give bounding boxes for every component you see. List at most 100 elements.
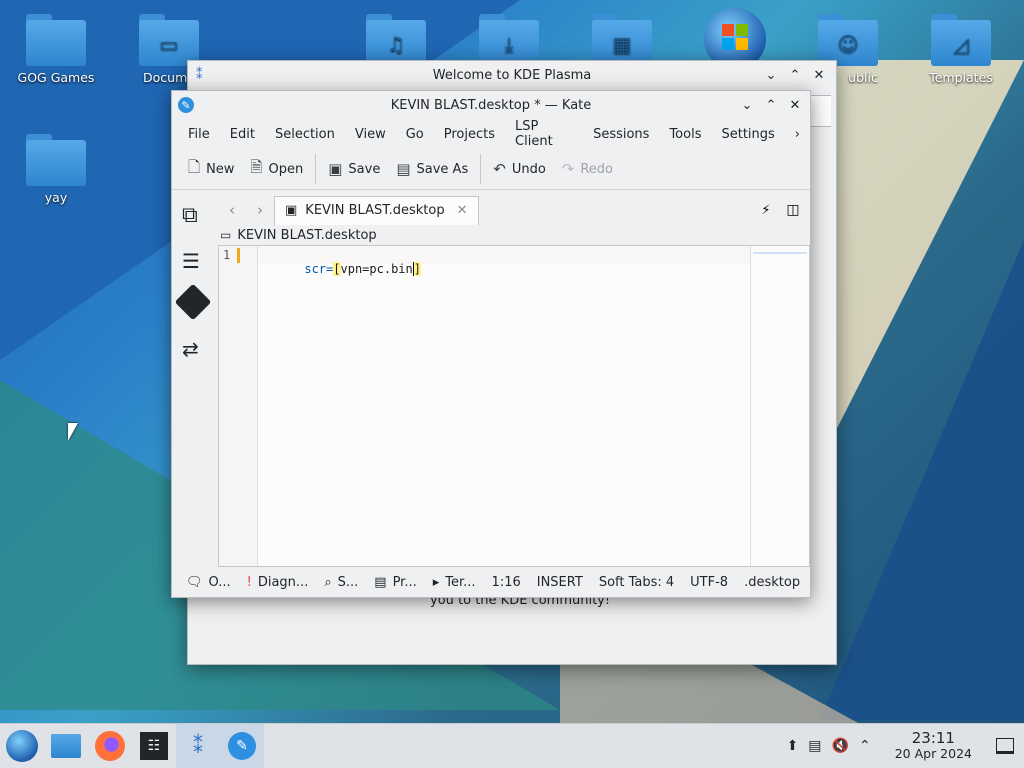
- save-icon: ▣: [328, 160, 343, 178]
- project-tree-panel-icon[interactable]: ⇄: [182, 337, 199, 361]
- maximize-icon[interactable]: ⌃: [760, 94, 782, 116]
- file-type-setting[interactable]: .desktop: [736, 575, 808, 590]
- kate-titlebar[interactable]: ✎ KEVIN BLAST.desktop * — Kate ⌄ ⌃ ✕: [172, 91, 810, 119]
- menu-overflow-chevron-icon[interactable]: ›: [785, 127, 810, 142]
- diagnostics-panel-button[interactable]: ! Diagn...: [239, 575, 317, 590]
- minimize-icon[interactable]: ⌄: [736, 94, 758, 116]
- download-folder-icon: ⤓: [479, 14, 539, 66]
- projects-panel-button[interactable]: ▤ Pr...: [366, 575, 424, 590]
- tray-expand-chevron-icon[interactable]: ⌃: [859, 738, 871, 754]
- terminal-panel-button[interactable]: ▸ Ter...: [425, 575, 484, 590]
- tab-back-chevron-icon[interactable]: ‹: [218, 201, 246, 219]
- kate-icon: ✎: [228, 732, 256, 760]
- search-panel-button[interactable]: ⌕ S...: [316, 575, 366, 590]
- video-folder-icon: ▦: [592, 14, 652, 66]
- show-desktop-icon[interactable]: [996, 738, 1014, 754]
- clock[interactable]: 23:11 20 Apr 2024: [894, 731, 972, 762]
- new-button[interactable]: 🗋 New: [180, 153, 242, 186]
- welcome-task[interactable]: ⁑: [176, 724, 220, 768]
- system-settings-task[interactable]: ☷: [132, 724, 176, 768]
- code-key: scr=: [304, 262, 334, 276]
- tab-forward-chevron-icon[interactable]: ›: [246, 201, 274, 219]
- music-folder-icon: ♫: [366, 14, 426, 66]
- desktop-icon-gog-games[interactable]: GOG Games: [11, 14, 101, 85]
- warning-icon: !: [246, 574, 252, 590]
- folder-icon: [26, 14, 86, 66]
- tab-kevin-blast-desktop[interactable]: ▣ KEVIN BLAST.desktop ✕: [274, 195, 479, 225]
- desktop-icon-yay[interactable]: yay: [11, 134, 101, 205]
- open-document-icon: 🗎: [250, 157, 263, 176]
- welcome-title: Welcome to KDE Plasma: [432, 67, 592, 83]
- left-sidebar: ⧉ ☰ ⇄: [172, 193, 216, 567]
- redo-button[interactable]: ↷ Redo: [554, 156, 621, 182]
- folder-icon: [26, 134, 86, 186]
- output-icon: 🗨: [186, 574, 203, 590]
- encoding-setting[interactable]: UTF-8: [682, 575, 736, 590]
- projects-icon: ▤: [374, 574, 387, 590]
- split-view-icon[interactable]: ◫: [778, 202, 808, 218]
- git-panel-icon[interactable]: [174, 283, 212, 321]
- clipboard-icon[interactable]: ▤: [808, 738, 821, 754]
- document-saved-icon: ▣: [285, 203, 298, 218]
- menu-go[interactable]: Go: [396, 127, 434, 142]
- menu-edit[interactable]: Edit: [220, 127, 265, 142]
- toolbar-separator: [315, 154, 317, 184]
- firefox-task[interactable]: [88, 724, 132, 768]
- update-icon[interactable]: ⬆: [787, 738, 799, 754]
- modified-line-marker: [237, 248, 240, 263]
- documents-panel-icon[interactable]: ⧉: [182, 203, 198, 228]
- welcome-button-partial[interactable]: [810, 95, 831, 127]
- save-button[interactable]: ▣ Save: [320, 156, 388, 182]
- desktop-icon-label: Templates: [929, 70, 993, 85]
- menu-settings[interactable]: Settings: [711, 127, 784, 142]
- editor-area[interactable]: 1 scr=[vpn=pc.bin]: [218, 245, 810, 567]
- toolbar-separator: [480, 154, 482, 184]
- breadcrumb: ▭ KEVIN BLAST.desktop: [220, 227, 377, 243]
- output-panel-button[interactable]: 🗨 O...: [178, 575, 239, 590]
- redo-icon: ↷: [561, 160, 575, 178]
- menu-file[interactable]: File: [178, 127, 220, 142]
- document-folder-icon: ▭: [139, 14, 199, 66]
- code-line[interactable]: scr=[vpn=pc.bin]: [261, 248, 421, 290]
- desktop-icon-templates[interactable]: ◿ Templates: [916, 14, 1006, 85]
- kate-window[interactable]: ✎ KEVIN BLAST.desktop * — Kate ⌄ ⌃ ✕ Fil…: [171, 90, 811, 598]
- maximize-icon[interactable]: ⌃: [784, 64, 806, 86]
- line-number: 1: [223, 248, 231, 262]
- menu-selection[interactable]: Selection: [265, 127, 345, 142]
- kate-task[interactable]: ✎: [220, 724, 264, 768]
- minimap[interactable]: [750, 246, 809, 566]
- main-toolbar: 🗋 New 🗎 Open ▣ Save ▤ Save As ↶ Undo ↷ Redo: [172, 149, 810, 190]
- welcome-titlebar[interactable]: ⁑ Welcome to KDE Plasma ⌄ ⌃ ✕: [188, 61, 836, 89]
- quick-open-icon[interactable]: ⚡: [754, 203, 778, 218]
- close-icon[interactable]: ✕: [784, 94, 806, 116]
- system-tray: ⬆ ▤ 🔇 ⌃ 23:11 20 Apr 2024: [787, 731, 1024, 761]
- outline-panel-icon[interactable]: ☰: [182, 249, 200, 273]
- undo-button[interactable]: ↶ Undo: [485, 156, 554, 182]
- code-bracket-open: [: [333, 262, 341, 276]
- search-icon: ⌕: [324, 574, 332, 590]
- menu-sessions[interactable]: Sessions: [583, 127, 659, 142]
- input-mode[interactable]: INSERT: [529, 575, 591, 590]
- volume-muted-icon[interactable]: 🔇: [832, 738, 849, 754]
- clock-date: 20 Apr 2024: [894, 746, 972, 761]
- menu-projects[interactable]: Projects: [434, 127, 505, 142]
- file-manager-task[interactable]: [44, 724, 88, 768]
- close-tab-icon[interactable]: ✕: [457, 203, 468, 218]
- minimize-icon[interactable]: ⌄: [760, 64, 782, 86]
- settings-sliders-icon: ☷: [140, 732, 168, 760]
- terminal-icon: ▸: [432, 574, 440, 590]
- start-menu-button[interactable]: [0, 724, 44, 768]
- indentation-setting[interactable]: Soft Tabs: 4: [591, 575, 682, 590]
- undo-icon: ↶: [493, 160, 506, 178]
- menu-tools[interactable]: Tools: [659, 127, 711, 142]
- mouse-cursor-icon: [68, 423, 78, 441]
- menu-view[interactable]: View: [345, 127, 396, 142]
- open-button[interactable]: 🗎 Open: [242, 153, 311, 186]
- kate-title: KEVIN BLAST.desktop * — Kate: [390, 97, 592, 113]
- save-as-icon: ▤: [396, 160, 411, 178]
- file-icon: ▭: [220, 228, 232, 242]
- save-as-button[interactable]: ▤ Save As: [388, 156, 476, 182]
- cursor-position[interactable]: 1:16: [484, 575, 529, 590]
- close-icon[interactable]: ✕: [808, 64, 830, 86]
- menu-lsp-client[interactable]: LSP Client: [505, 119, 583, 149]
